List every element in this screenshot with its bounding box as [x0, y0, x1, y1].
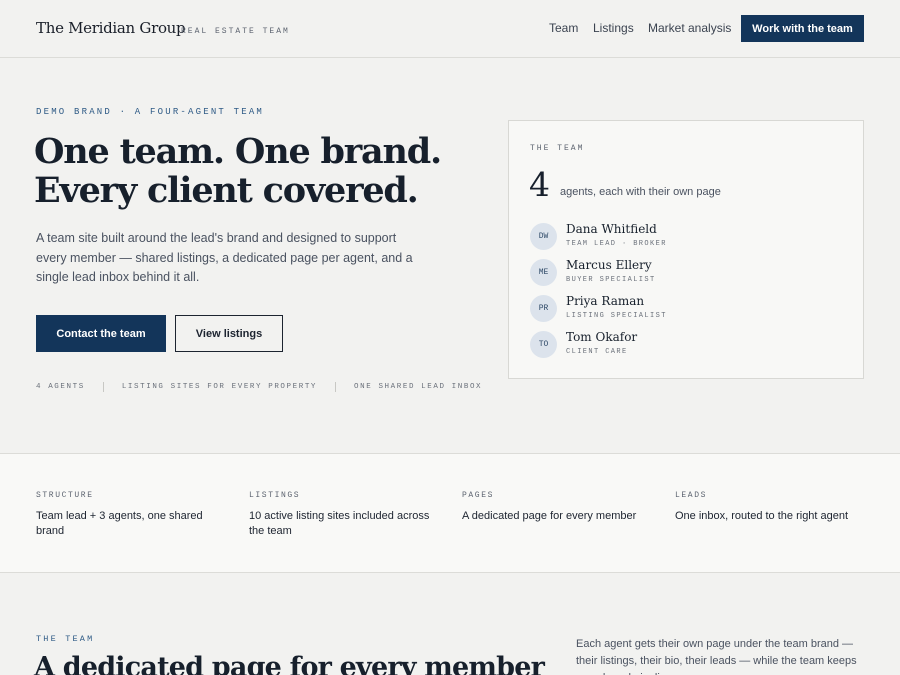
feature-label: LEADS — [675, 491, 708, 500]
stat-divider — [102, 382, 104, 392]
agent-dana-whitfield[interactable]: DW Dana Whitfield TEAM LEAD · BROKER — [530, 222, 830, 251]
team-count-label: agents, each with their own page — [560, 186, 721, 198]
hero-stats: 4 AGENTS LISTING SITES FOR EVERY PROPERT… — [36, 382, 482, 392]
feature-leads: LEADS One inbox, routed to the right age… — [675, 491, 865, 524]
work-with-team-button[interactable]: Work with the team — [741, 15, 864, 42]
feature-text: One inbox, routed to the right agent — [675, 510, 849, 522]
avatar: ME — [530, 259, 557, 286]
brand-tagline: REAL ESTATE TEAM — [181, 27, 290, 36]
agent-role: CLIENT CARE — [566, 348, 628, 356]
team-card-label: THE TEAM — [530, 144, 585, 153]
feature-text: Team lead + 3 agents, one shared brand — [36, 510, 203, 537]
hero-title-line-2: Every client covered. — [34, 170, 419, 211]
hero-subtitle: A team site built around the lead's bran… — [36, 231, 413, 284]
hero-eyebrow: DEMO BRAND · A FOUR-AGENT TEAM — [36, 107, 265, 117]
stat-lead-inbox: ONE SHARED LEAD INBOX — [354, 383, 483, 391]
agent-role: BUYER SPECIALIST — [566, 276, 656, 284]
nav-link-team[interactable]: Team — [549, 21, 578, 35]
view-listings-button[interactable]: View listings — [175, 315, 283, 352]
brand-logo[interactable]: The Meridian Group — [36, 19, 186, 37]
feature-label: LISTINGS — [249, 491, 301, 500]
feature-text: A dedicated page for every member — [462, 510, 637, 522]
agent-role: LISTING SPECIALIST — [566, 312, 667, 320]
agent-tom-okafor[interactable]: TO Tom Okafor CLIENT CARE — [530, 330, 830, 359]
section-title: A dedicated page for every member — [34, 652, 545, 675]
feature-label: STRUCTURE — [36, 491, 94, 500]
team-count: 4 — [529, 165, 550, 204]
feature-structure: STRUCTURE Team lead + 3 agents, one shar… — [36, 491, 226, 538]
agent-name: Priya Raman — [566, 294, 645, 308]
hero-title-line-1: One team. One brand. — [34, 131, 442, 172]
feature-label: PAGES — [462, 491, 495, 500]
stat-divider — [335, 382, 337, 392]
agent-name: Marcus Ellery — [566, 258, 652, 272]
feature-text: 10 active listing sites included across … — [249, 510, 430, 537]
avatar: DW — [530, 223, 557, 250]
feature-listings: LISTINGS 10 active listing sites include… — [249, 491, 439, 538]
avatar: PR — [530, 295, 557, 322]
agent-role: TEAM LEAD · BROKER — [566, 240, 667, 248]
section-description: Each agent gets their own page under the… — [576, 638, 857, 675]
agent-name: Tom Okafor — [566, 330, 638, 344]
nav-link-listings[interactable]: Listings — [593, 21, 634, 35]
nav-link-market-analysis[interactable]: Market analysis — [648, 21, 731, 35]
hero-title: One team. One brand. Every client covere… — [34, 132, 504, 210]
feature-pages: PAGES A dedicated page for every member — [462, 491, 652, 524]
contact-team-button[interactable]: Contact the team — [36, 315, 166, 352]
features-band: STRUCTURE Team lead + 3 agents, one shar… — [0, 453, 900, 573]
agent-marcus-ellery[interactable]: ME Marcus Ellery BUYER SPECIALIST — [530, 258, 830, 287]
agent-priya-raman[interactable]: PR Priya Raman LISTING SPECIALIST — [530, 294, 830, 323]
site-header: The Meridian Group REAL ESTATE TEAM Team… — [0, 0, 900, 58]
section-eyebrow: THE TEAM — [36, 634, 95, 644]
stat-agents: 4 AGENTS — [36, 383, 85, 391]
avatar: TO — [530, 331, 557, 358]
stat-listing-sites: LISTING SITES FOR EVERY PROPERTY — [121, 383, 318, 391]
team-card: THE TEAM 4 agents, each with their own p… — [508, 120, 864, 379]
agent-name: Dana Whitfield — [566, 222, 657, 236]
